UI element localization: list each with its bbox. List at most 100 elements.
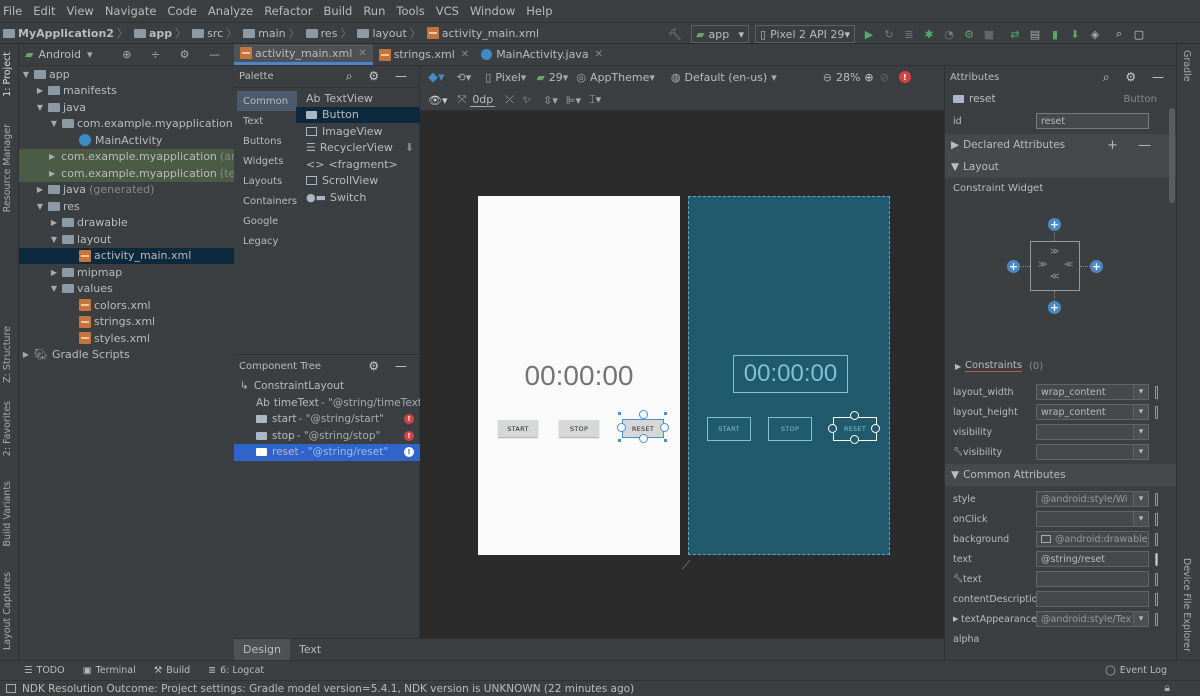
palette-cat-google[interactable]: Google [237, 211, 297, 231]
palette-item-imageview[interactable]: ImageView [296, 123, 420, 139]
tree-node-package-test[interactable]: ▶com.example.myapplication(test) [19, 165, 234, 182]
autoconnect-icon[interactable]: ⤧ [458, 93, 467, 107]
tree-node-mipmap[interactable]: ▶ mipmap [19, 264, 234, 281]
lock-icon[interactable]: 🔒︎ [1164, 682, 1170, 695]
tree-node-gradle-scripts[interactable]: ▶ 🐘︎ Gradle Scripts [19, 347, 234, 364]
profile-icon[interactable]: ◔ [939, 25, 959, 43]
tab-layout-captures[interactable]: Layout Captures [2, 572, 13, 650]
design-canvas[interactable]: 00:00:00 START STOP RESET 00:00:00 START… [420, 111, 944, 638]
resize-handle[interactable] [660, 423, 669, 432]
todo-tool[interactable]: ☰ TODO [24, 665, 65, 676]
menu-view[interactable]: View [67, 4, 94, 18]
menu-help[interactable]: Help [526, 4, 552, 18]
api-select[interactable]: 29 [549, 71, 563, 84]
style-select[interactable]: @android:style/Wi [1036, 491, 1149, 507]
menu-refactor[interactable]: Refactor [264, 4, 312, 18]
layout-width-select[interactable]: wrap_content [1036, 384, 1149, 400]
tab-gradle[interactable]: Gradle [1181, 50, 1192, 82]
tools-visibility-select[interactable] [1036, 444, 1149, 460]
resize-handle[interactable] [639, 410, 648, 419]
resize-handle[interactable] [828, 424, 837, 433]
orientation-icon[interactable]: ⟲▾ [457, 71, 472, 84]
build-tool[interactable]: ⚒ Build [154, 665, 190, 676]
palette-cat-buttons[interactable]: Buttons [237, 131, 297, 151]
visibility-select[interactable] [1036, 424, 1149, 440]
logcat-tool[interactable]: ≣ 6: Logcat [208, 665, 264, 676]
error-icon[interactable]: ! [404, 430, 414, 441]
stop-button-blueprint[interactable]: STOP [768, 417, 812, 441]
breadcrumb-src[interactable]: src 〉 [192, 25, 240, 41]
resize-handle[interactable] [850, 411, 859, 420]
menu-window[interactable]: Window [470, 4, 515, 18]
attributes-actions[interactable]: ⌕ ⚙ — [1103, 70, 1170, 85]
error-icon[interactable]: ! [404, 447, 414, 458]
time-text-blueprint[interactable]: 00:00:00 [733, 355, 848, 393]
tree-node-java-generated[interactable]: ▶ java (generated) [19, 182, 234, 199]
constraint-widget[interactable]: ≫ ≪ ≫ ≪ + + + + [1007, 216, 1103, 316]
menu-vcs[interactable]: VCS [436, 4, 459, 18]
tab-activity-main[interactable]: activity_main.xml ✕ [234, 44, 373, 65]
tree-node-strings[interactable]: strings.xml [19, 314, 234, 331]
design-preview[interactable]: 00:00:00 START STOP RESET [478, 196, 680, 555]
resize-handle[interactable] [639, 434, 648, 443]
view-options-icon[interactable]: 👁︎▾ [428, 94, 448, 107]
breadcrumb-app[interactable]: app 〉 [133, 25, 189, 41]
start-button-preview[interactable]: START [498, 420, 538, 437]
resize-handle[interactable] [617, 423, 626, 432]
tree-node-styles[interactable]: styles.xml [19, 330, 234, 347]
menu-analyze[interactable]: Analyze [208, 4, 253, 18]
close-icon[interactable]: ✕ [595, 49, 603, 60]
palette-cat-containers[interactable]: Containers [237, 191, 297, 211]
palette-item-fragment[interactable]: <> <fragment> [296, 156, 420, 172]
add-right-constraint-icon[interactable]: + [1090, 260, 1103, 273]
tree-start[interactable]: start - "@string/start"! [234, 411, 420, 428]
menu-tools[interactable]: Tools [396, 4, 424, 18]
time-text-preview[interactable]: 00:00:00 [478, 360, 680, 392]
tab-resource-manager[interactable]: Resource Manager [2, 124, 13, 212]
menu-build[interactable]: Build [323, 4, 352, 18]
zoom-out-icon[interactable]: ⊖ [823, 71, 832, 84]
blueprint-preview[interactable]: 00:00:00 START STOP RESET [688, 196, 890, 555]
run-icon[interactable]: ▶ [859, 25, 879, 43]
tab-favorites[interactable]: 2: Favorites [2, 401, 13, 456]
common-attributes-section[interactable]: ▼ Common Attributes [945, 464, 1176, 486]
layout-height-select[interactable]: wrap_content [1036, 404, 1149, 420]
status-icon[interactable] [6, 684, 16, 693]
tree-node-app[interactable]: ▼ app [19, 66, 234, 83]
design-surface-icon[interactable]: ◆▾ [428, 70, 445, 85]
apply-changes-icon[interactable]: ↻ [879, 25, 899, 43]
palette-cat-legacy[interactable]: Legacy [237, 231, 297, 251]
event-log-tool[interactable]: ◯ Event Log [1105, 665, 1167, 676]
menu-edit[interactable]: Edit [33, 4, 55, 18]
zoom-fit-icon[interactable]: ⊘ [880, 71, 889, 84]
stop-button-preview[interactable]: STOP [559, 420, 599, 437]
palette-cat-text[interactable]: Text [237, 111, 297, 131]
search-everywhere-icon[interactable]: ⌕ [1109, 25, 1129, 43]
panel-actions[interactable]: ⊕ ÷ ⚙ — [122, 48, 228, 61]
theme-select[interactable]: AppTheme [590, 71, 649, 84]
tree-node-values[interactable]: ▼ values [19, 281, 234, 298]
start-button-blueprint[interactable]: START [707, 417, 751, 441]
layout-section[interactable]: ▼ Layout [945, 156, 1176, 178]
constraints-row[interactable]: ▶ Constraints (0) [945, 356, 1176, 376]
breadcrumb-res[interactable]: res 〉 [305, 25, 355, 41]
default-margin-input[interactable]: 0dp [470, 93, 496, 107]
onclick-select[interactable] [1036, 511, 1149, 527]
menu-file[interactable]: File [3, 4, 22, 18]
apply-code-icon[interactable]: ≣ [899, 25, 919, 43]
layout-inspector-icon[interactable]: ▢ [1129, 25, 1149, 43]
guidelines-icon[interactable]: ⌶▾ [589, 93, 601, 107]
align-icon[interactable]: ⊫▾ [566, 94, 581, 107]
tab-build-variants[interactable]: Build Variants [2, 481, 13, 547]
tree-node-package-android-test[interactable]: ▶com.example.myapplication(andro [19, 148, 234, 165]
tree-reset[interactable]: reset - "@string/reset"! [234, 444, 420, 461]
run-config-select[interactable]: ▰ app ▾ [691, 25, 749, 43]
add-left-constraint-icon[interactable]: + [1007, 260, 1020, 273]
breadcrumb-file[interactable]: activity_main.xml [426, 27, 539, 40]
declared-attributes-section[interactable]: ▶ Declared Attributes + — [945, 134, 1176, 156]
tab-strings[interactable]: strings.xml ✕ [373, 44, 475, 65]
id-field[interactable]: reset [1036, 113, 1149, 129]
tab-project[interactable]: 1: Project [2, 52, 13, 97]
terminal-tool[interactable]: ▣ Terminal [83, 665, 136, 676]
attach-debugger-icon[interactable]: ⚙ [959, 25, 979, 43]
